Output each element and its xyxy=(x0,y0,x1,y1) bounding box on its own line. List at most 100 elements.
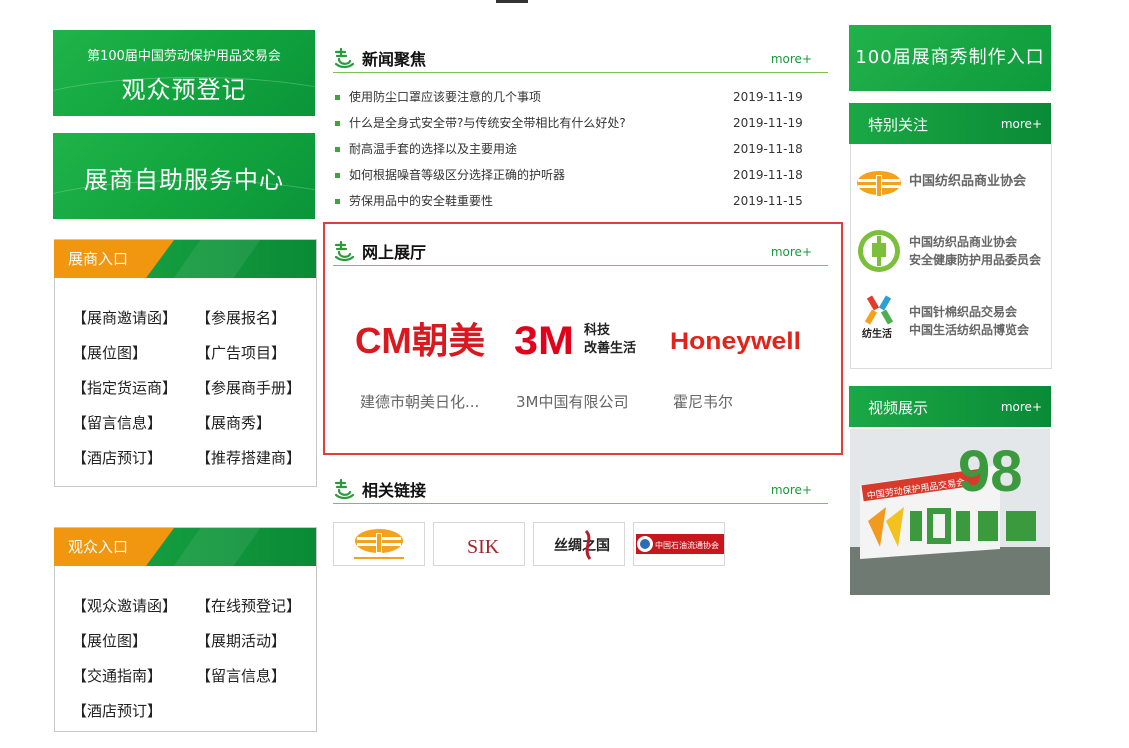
video-thumbnail[interactable]: 中国劳动保护用品交易会 98 xyxy=(850,429,1050,595)
safety-committee-icon xyxy=(858,230,900,272)
news-title[interactable]: 什么是全身式安全带?与传统安全带相比有什么好处? xyxy=(349,114,626,132)
bullet-icon xyxy=(335,147,340,152)
exhibitor-entry-box: 展商入口 【展商邀请函】 【参展报名】 【展位图】 【广告项目】 【指定货运商】… xyxy=(54,239,317,487)
link-hotel-booking[interactable]: 【酒店预订】 xyxy=(72,448,196,483)
link-recommended-builder[interactable]: 【推荐搭建商】 xyxy=(196,448,320,483)
link-messages[interactable]: 【留言信息】 xyxy=(196,666,320,701)
3m-tagline-1: 科技 xyxy=(584,322,611,338)
3m-logo[interactable]: 3M 科技 改善生活 xyxy=(514,318,654,378)
link-freight-forwarder[interactable]: 【指定货运商】 xyxy=(72,378,196,413)
news-date: 2019-11-18 xyxy=(733,168,803,182)
related-link-textile-association[interactable] xyxy=(333,522,425,566)
video-showcase-more[interactable]: more+ xyxy=(1001,400,1042,414)
exhibitor-service-center-banner[interactable]: 展商自助服务中心 xyxy=(53,133,315,219)
partner-name-line-2: 安全健康防护用品委员会 xyxy=(909,253,1042,267)
home-textile-logo-text: 纺生活 xyxy=(862,327,892,340)
news-title[interactable]: 使用防尘口罩应该要注意的几个事项 xyxy=(349,88,541,106)
link-traffic-guide[interactable]: 【交通指南】 xyxy=(72,666,196,701)
header-stripe xyxy=(173,528,261,566)
news-item[interactable]: 耐高温手套的选择以及主要用途 2019-11-18 xyxy=(335,140,805,166)
link-exhibition-events[interactable]: 【展期活动】 xyxy=(196,631,320,666)
link-online-preregistration[interactable]: 【在线预登记】 xyxy=(196,596,320,631)
visitor-entry-title: 观众入口 xyxy=(54,528,174,566)
section-icon xyxy=(334,240,355,262)
bullet-icon xyxy=(335,95,340,100)
news-item[interactable]: 如何根据噪音等级区分选择正确的护听器 2019-11-18 xyxy=(335,166,805,192)
banner-title: 观众预登记 xyxy=(121,76,247,104)
news-item[interactable]: 使用防尘口罩应该要注意的几个事项 2019-11-19 xyxy=(335,88,805,114)
video-showcase-header: 视频展示 more+ xyxy=(849,386,1051,427)
visitor-links: 【观众邀请函】 【在线预登记】 【展位图】 【展期活动】 【交通指南】 【留言信… xyxy=(55,566,316,736)
link-exhibitor-register[interactable]: 【参展报名】 xyxy=(196,308,320,343)
exhibitor-name-3m[interactable]: 3M中国有限公司 xyxy=(516,391,629,412)
special-focus-title: 特别关注 xyxy=(868,116,929,134)
related-links-header: 相关链接 more+ xyxy=(333,475,828,504)
partner-item[interactable]: 纺生活 中国针棉织品交易会 中国生活纺织品博览会 xyxy=(856,294,1051,344)
link-visitor-invitation[interactable]: 【观众邀请函】 xyxy=(72,596,196,631)
showroom-section-header: 网上展厅 more+ xyxy=(333,237,828,266)
news-item[interactable]: 什么是全身式安全带?与传统安全带相比有什么好处? 2019-11-19 xyxy=(335,114,805,140)
related-link-sik[interactable]: SIK xyxy=(433,522,525,566)
exhibitor-name-honeywell[interactable]: 霍尼韦尔 xyxy=(673,391,733,412)
header-stripe xyxy=(173,240,261,278)
related-link-petroleum-association[interactable]: 中国石油流通协会 xyxy=(633,522,725,566)
link-ad-items[interactable]: 【广告项目】 xyxy=(196,343,320,378)
cm-logo-text: CM朝美 xyxy=(355,320,485,361)
exhibitor-show-entry-button[interactable]: 100届展商秀制作入口 xyxy=(849,25,1051,91)
partner-item[interactable]: 中国纺织品商业协会 xyxy=(856,167,1051,217)
news-item[interactable]: 劳保用品中的安全鞋重要性 2019-11-15 xyxy=(335,192,805,218)
section-icon xyxy=(334,478,355,500)
link-booth-map[interactable]: 【展位图】 xyxy=(72,343,196,378)
honeywell-logo-text: Honeywell xyxy=(670,328,801,355)
bullet-icon xyxy=(335,199,340,204)
textile-association-logo xyxy=(354,529,404,559)
related-links-more[interactable]: more+ xyxy=(771,483,812,497)
3m-tagline-2: 改善生活 xyxy=(584,340,636,356)
section-icon xyxy=(334,47,355,69)
silk-kingdom-logo: 丝绸之国 xyxy=(554,529,610,560)
cm-chaomei-logo[interactable]: CM朝美 xyxy=(355,316,490,376)
exhibitor-name-chaomei[interactable]: 建德市朝美日化... xyxy=(360,391,479,412)
news-title[interactable]: 劳保用品中的安全鞋重要性 xyxy=(349,192,493,210)
news-title[interactable]: 如何根据噪音等级区分选择正确的护听器 xyxy=(349,166,565,184)
news-section-title: 新闻聚焦 xyxy=(362,50,427,69)
banner-subtitle: 第100届中国劳动保护用品交易会 xyxy=(87,49,281,64)
news-section-header: 新闻聚焦 more+ xyxy=(333,44,828,73)
link-booth-map[interactable]: 【展位图】 xyxy=(72,631,196,666)
link-messages[interactable]: 【留言信息】 xyxy=(72,413,196,448)
link-exhibitor-show[interactable]: 【展商秀】 xyxy=(196,413,320,448)
special-focus-more[interactable]: more+ xyxy=(1001,117,1042,131)
news-more-link[interactable]: more+ xyxy=(771,52,812,66)
partner-item[interactable]: 中国纺织品商业协会 安全健康防护用品委员会 xyxy=(856,228,1051,278)
showroom-more-link[interactable]: more+ xyxy=(771,245,812,259)
news-list: 使用防尘口罩应该要注意的几个事项 2019-11-19 什么是全身式安全带?与传… xyxy=(335,88,805,218)
exhibitor-links: 【展商邀请函】 【参展报名】 【展位图】 【广告项目】 【指定货运商】 【参展商… xyxy=(55,278,316,483)
partner-name-line-1: 中国纺织品商业协会 xyxy=(909,235,1018,249)
partner-name-line-1: 中国针棉织品交易会 xyxy=(909,305,1018,319)
video-big-number: 98 xyxy=(958,439,1023,504)
related-link-silk-kingdom[interactable]: 丝绸之国 xyxy=(533,522,625,566)
textile-association-icon xyxy=(857,171,901,197)
bullet-icon xyxy=(335,173,340,178)
partner-name-line-2: 中国生活纺织品博览会 xyxy=(909,323,1030,337)
special-focus-list: 中国纺织品商业协会 中国纺织品商业协会 安全健康防护用品委员会 纺生活 中国针棉… xyxy=(850,144,1052,369)
news-title[interactable]: 耐高温手套的选择以及主要用途 xyxy=(349,140,517,158)
news-date: 2019-11-15 xyxy=(733,194,803,208)
video-showcase-title: 视频展示 xyxy=(868,399,929,417)
news-date: 2019-11-19 xyxy=(733,90,803,104)
honeywell-logo[interactable]: Honeywell xyxy=(670,322,805,382)
3m-logo-text: 3M xyxy=(514,319,574,362)
link-exhibitor-manual[interactable]: 【参展商手册】 xyxy=(196,378,320,413)
silk-kingdom-logo-text: 丝绸之国 xyxy=(554,537,610,554)
link-hotel-booking[interactable]: 【酒店预订】 xyxy=(72,701,196,736)
link-exhibitor-invitation[interactable]: 【展商邀请函】 xyxy=(72,308,196,343)
petroleum-association-logo-text: 中国石油流通协会 xyxy=(655,540,719,550)
related-links-title: 相关链接 xyxy=(362,481,427,500)
top-tab-indicator xyxy=(496,0,528,3)
video-thumbnail-graphic: 中国劳动保护用品交易会 98 xyxy=(850,429,1050,595)
showroom-section-title: 网上展厅 xyxy=(362,243,427,262)
honeywell-logo-graphic: Honeywell xyxy=(670,328,801,355)
visitor-preregistration-banner[interactable]: 第100届中国劳动保护用品交易会 观众预登记 xyxy=(53,30,315,116)
partner-name: 中国纺织品商业协会 xyxy=(909,174,1027,189)
sik-logo: SIK xyxy=(467,536,500,558)
